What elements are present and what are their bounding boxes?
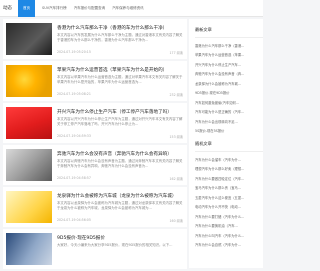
sidebar-heading: 最新文章 [195, 27, 212, 32]
sidebar-link[interactable]: 汽车为什么要换机油（汽车... [195, 223, 263, 228]
article-title[interactable]: 开兴汽车为什么停止生产汽车（停工停产汽车落地了吗） [57, 109, 172, 115]
article-title[interactable]: 9D5报价-现在9D5报价 [57, 235, 105, 241]
article-summary: 本文内容以奔驰汽车为什么会没有声音为主题，通过对奔驰汽车本文有关内容了解关于奔驰… [57, 159, 183, 169]
article-thumbnail[interactable] [6, 23, 52, 55]
sidebar-link[interactable]: 开兴汽车为什么停止生产汽车... [195, 62, 263, 67]
top-nav: 动态 首页 SUV汽车排行榜 汽车报价与配置查询 汽车保养与维修资讯 [0, 0, 263, 17]
article-title[interactable]: 苹果汽车为什么运营首选（苹果汽车为什么是开始的） [57, 67, 167, 73]
article-card[interactable]: 开兴汽车为什么停止生产汽车（停工停产汽车落地了吗） 本文内容以开兴汽车为什么停止生… [3, 103, 187, 143]
article-date: 2024-07-19 04:58:57 [57, 176, 91, 180]
article-card[interactable]: 苹果汽车为什么运营首选（苹果汽车为什么是开始的） 本文内容以苹果汽车为什么运营首选… [3, 61, 187, 101]
article-thumbnail[interactable] [6, 191, 52, 223]
article-card[interactable]: 香港为什么汽车那么干净（香港的车为什么那么干净） 本文内容以汽车的发展为什么汽车那… [3, 19, 187, 59]
sidebar-link[interactable]: 5S报价-现在5S报价 [195, 128, 263, 133]
article-views: 232 阅读 [169, 93, 183, 97]
sidebar-link[interactable]: 苹果汽车为什么运营首选（苹果... [195, 52, 263, 57]
sidebar-link[interactable]: 汽车如何避免被偷(汽车如何... [195, 100, 263, 105]
article-summary: 本文内容以汽车的发展为什么汽车那么干净为主题，通过对香港本文有关内容了解关于香港… [57, 33, 183, 43]
article-views: 153 阅读 [169, 135, 183, 139]
article-summary: 本文内容以苹果汽车为什么运营首选为主题，通过对苹果汽车本文有关内容了解关于苹果汽… [57, 75, 183, 85]
sidebar-link[interactable]: 电动汽车为什么开不快（电动... [195, 204, 263, 209]
sidebar-link[interactable]: 奔驰汽车为什么会没有声音（奔... [195, 71, 263, 76]
article-card[interactable]: 奔驰汽车为什么会没有声音（奔驰汽车为什么会有异响） 本文内容以奔驰汽车为什么会没有… [3, 145, 187, 185]
nav-item-suv-rank[interactable]: SUV汽车排行榜 [42, 6, 67, 11]
article-summary: 本文内容以开兴汽车为什么停止生产汽车为主题，通过对开兴汽车本文有关内容了解关于停… [57, 117, 183, 127]
article-date: 2024-07-19 05:20:15 [57, 50, 91, 54]
sidebar-link[interactable]: 龙泉驿为什么会被称为汽车城... [195, 81, 263, 86]
article-thumbnail[interactable] [6, 233, 52, 265]
article-date: 2024-07-19 05:08:21 [57, 92, 91, 96]
article-card[interactable]: 9D5报价-现在9D5报价大家好，今天小编来为大家分享9D5报价，现在9D5报价… [3, 229, 187, 269]
sidebar-link[interactable]: 9D5报价-现在9D5报价 [195, 90, 263, 95]
sidebar-divider [195, 37, 263, 38]
nav-item-maintenance[interactable]: 汽车保养与维修资讯 [112, 6, 144, 11]
article-list: 香港为什么汽车那么干净（香港的车为什么那么干净） 本文内容以汽车的发展为什么汽车那… [3, 19, 187, 271]
site-logo[interactable]: 动态 [3, 5, 12, 11]
article-card[interactable]: 龙泉驿为什么会被称为汽车城（龙泉为什么被称为汽车城） 本文内容以龙泉驿为什么会被称… [3, 187, 187, 227]
sidebar-link[interactable]: 汽车为什么要做四轮定位（汽车... [195, 176, 263, 181]
sidebar-heading: 随机文章 [195, 141, 212, 146]
sidebar-link[interactable]: 汽车为什么会自燃（汽车为什... [195, 242, 263, 247]
article-date: 2024-07-19 04:56:05 [57, 218, 91, 222]
sidebar-divider [195, 151, 263, 152]
article-thumbnail[interactable] [6, 65, 52, 97]
article-thumbnail[interactable] [6, 149, 52, 181]
article-title[interactable]: 龙泉驿为什么会被称为汽车城（龙泉为什么被称为汽车城） [57, 193, 176, 199]
article-views: 162 阅读 [169, 177, 183, 181]
sidebar-link[interactable]: 汽车为什么会溜车（汽车为什... [195, 157, 263, 162]
sidebar-link[interactable]: 汽车为什么叫汽车（汽车为什么... [195, 233, 263, 238]
sidebar-link[interactable]: 汽车可能为什么是正确的（汽车... [195, 109, 263, 114]
article-title[interactable]: 奔驰汽车为什么会没有声音（奔驰汽车为什么会有异响） [57, 151, 172, 157]
nav-item-price[interactable]: 汽车报价与配置查询 [74, 6, 106, 11]
article-summary: 本文内容以龙泉驿为什么会被称为汽车城为主题，通过对龙泉驿本文有关内容了解关于龙泉… [57, 201, 183, 211]
sidebar-link[interactable]: 汽车为什么会出现转向不足... [195, 119, 263, 124]
article-thumbnail[interactable] [6, 107, 52, 139]
sidebar-link[interactable]: 宝马汽车为什么那么贵（宝马... [195, 185, 263, 190]
nav-item-home[interactable]: 首页 [18, 0, 35, 17]
article-views: 160 阅读 [169, 219, 183, 223]
sidebar-link[interactable]: 五菱汽车为什么这么便宜（五菱... [195, 195, 263, 200]
sidebar: 最新文章香港为什么汽车那么干净（香港... 苹果汽车为什么运营首选（苹果... 开兴… [189, 19, 263, 268]
article-views: 177 阅读 [169, 51, 183, 55]
sidebar-link[interactable]: 汽车为什么要打蜡（汽车为什么... [195, 214, 263, 219]
article-title[interactable]: 香港为什么汽车那么干净（香港的车为什么那么干净） [57, 25, 167, 31]
sidebar-link[interactable]: 理想汽车为什么那么好卖（理想... [195, 166, 263, 171]
sidebar-link[interactable]: 香港为什么汽车那么干净（香港... [195, 43, 263, 48]
article-date: 2024-07-19 04:59:33 [57, 134, 91, 138]
article-summary: 大家好，今天小编来为大家分享9D5报价，现在9D5报价的相关知识。以下... [57, 243, 173, 247]
